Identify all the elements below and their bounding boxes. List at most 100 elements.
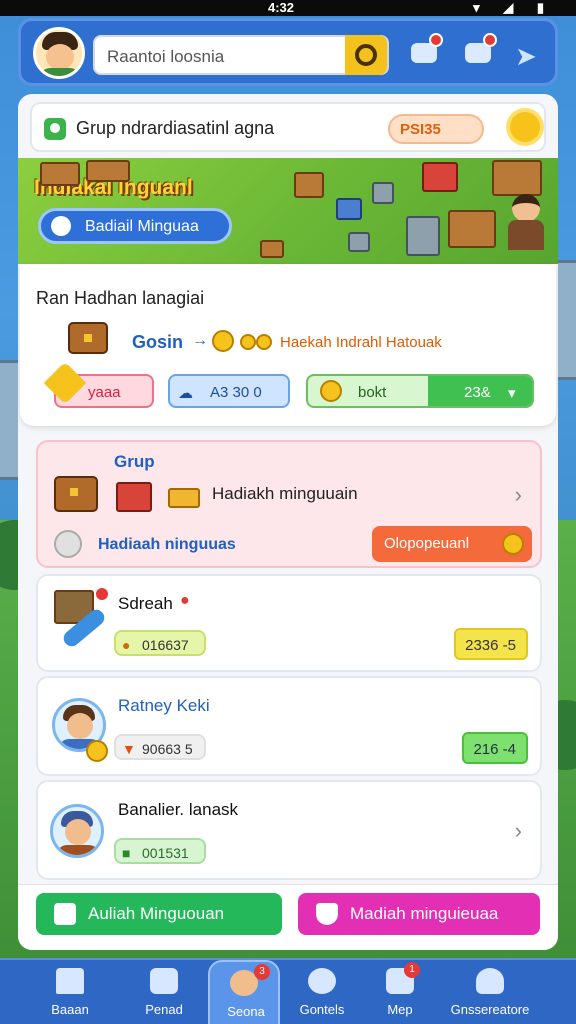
nav-item-shop[interactable]: Penad <box>116 960 212 1024</box>
coin-icon: ● <box>122 637 131 653</box>
reward-button[interactable]: Madiah minguieuaa <box>298 893 540 935</box>
search-icon <box>355 44 377 66</box>
arrow-icon: → <box>192 332 208 349</box>
action-bar: Auliah Minguouan Madiah minguieuaa <box>18 884 558 950</box>
gold-bars-icon <box>168 488 200 508</box>
list-item[interactable]: Sdreah ● ● 016637 2336 -5 <box>36 574 542 672</box>
group-card-button-label: Olopopeuanl <box>384 535 470 552</box>
nav-item-label: Gnssereatore <box>450 1002 530 1017</box>
list-item-stat: ■ 001531 <box>114 838 206 864</box>
banner-button[interactable]: Badiail Minguaa <box>38 208 232 244</box>
bottom-nav: Baaan Penad 3 Seona Gontels 1 Mep Gnsser… <box>0 958 576 1024</box>
chest-icon <box>68 322 108 354</box>
profile-icon <box>476 968 504 994</box>
flow-source: Gosin <box>132 332 184 352</box>
group-card[interactable]: Grup Hadiakh minguuain › Hadiaah ninguua… <box>36 440 542 568</box>
coin-icon <box>320 380 342 402</box>
group-header-title: Grup ndrardiasatinl agna <box>76 118 275 138</box>
coin-icon <box>256 334 272 350</box>
nav-item-map[interactable]: 1 Mep <box>352 960 448 1024</box>
reward-button-label: Madiah minguieuaa <box>350 904 499 923</box>
list-item-title: Ratney Keki <box>118 696 210 715</box>
crate-icon <box>372 182 394 204</box>
crate-icon <box>86 160 130 182</box>
claim-button-label: Auliah Minguouan <box>88 904 225 923</box>
cloud-icon: ☁ <box>178 385 193 402</box>
list-item-title: Sdreah <box>118 594 173 613</box>
reward-pill-green-value: 23& <box>464 384 491 401</box>
notification-dot <box>483 33 497 47</box>
crate-icon <box>448 210 496 248</box>
hand-icon <box>54 903 76 925</box>
flow-text: Haekah Indrahl Hatouak <box>280 334 442 351</box>
info-card: Ran Hadhan lanagiai Gosin → Haekah Indra… <box>20 264 556 426</box>
status-icons: ▾ ◢ ▮ <box>473 0 554 15</box>
reward-pill-green[interactable]: bokt 23& ▾ <box>306 374 534 408</box>
key-icon <box>51 216 71 236</box>
group-card-button[interactable]: Olopopeuanl <box>372 526 532 562</box>
notification-badge: 1 <box>404 962 420 978</box>
nav-item-character[interactable]: 3 Seona <box>208 960 280 1024</box>
banner-button-label: Badiail Minguaa <box>85 218 199 235</box>
nav-item-label: Baaan <box>51 1002 89 1017</box>
list-item-stat: ▼ 90663 5 <box>114 734 206 760</box>
list-item-stat: ● 016637 <box>114 630 206 656</box>
list-item-stat-value: 90663 5 <box>142 741 193 757</box>
chevron-right-icon[interactable]: › <box>515 818 522 844</box>
crate-icon <box>294 172 324 198</box>
group-card-title: Grup <box>114 452 155 471</box>
hero-avatar <box>50 804 104 858</box>
chevron-right-icon[interactable]: › <box>515 482 522 508</box>
promo-banner[interactable]: Indiakal Inguanl Badiail Minguaa <box>18 158 558 264</box>
chest-icon <box>54 476 98 512</box>
sun-icon[interactable] <box>510 112 540 142</box>
nav-item-label: Seona <box>227 1004 265 1019</box>
nav-item-profile[interactable]: Gnssereatore <box>440 960 540 1024</box>
avatar-face <box>46 44 74 70</box>
coin-icon <box>86 740 108 762</box>
gift-icon <box>116 482 152 512</box>
search-bar[interactable]: Raantoi loosnia <box>93 35 389 75</box>
currency-badge[interactable]: PSI35 <box>388 114 484 144</box>
hero-shirt <box>57 845 99 855</box>
search-input[interactable]: Raantoi loosnia <box>107 47 224 67</box>
status-bar: 4:32 ▾ ◢ ▮ <box>0 0 576 16</box>
crate-icon <box>406 216 440 256</box>
coin-icon <box>502 533 524 555</box>
crate-icon <box>336 198 362 220</box>
list-item-title: Banalier. lanask <box>118 800 239 819</box>
main-panel: Grup ndrardiasatinl agna PSI35 Indiakal … <box>18 94 558 950</box>
notification-dot <box>94 586 110 602</box>
currency-badge-value: PSI35 <box>400 121 441 138</box>
group-card-sub: Hadiaah ninguuas <box>98 536 236 553</box>
camera-icon[interactable] <box>461 33 497 71</box>
list-item-stat-value: 016637 <box>142 637 189 653</box>
shopkeeper-head <box>512 194 540 222</box>
group-icon <box>44 118 66 140</box>
nav-item-home[interactable]: Baaan <box>22 960 118 1024</box>
nav-item-label: Mep <box>387 1002 413 1017</box>
list-item[interactable]: Ratney Keki ▼ 90663 5 216 -4 <box>36 676 542 776</box>
inbox-icon[interactable] <box>407 33 443 71</box>
list-item[interactable]: Banalier. lanask ■ 001531 › <box>36 780 542 880</box>
group-header: Grup ndrardiasatinl agna PSI35 <box>30 102 546 152</box>
hero-face <box>67 713 93 739</box>
claim-button[interactable]: Auliah Minguouan <box>36 893 282 935</box>
shop-icon <box>150 968 178 994</box>
bird-glyph: ➤ <box>515 41 537 71</box>
torch-icon: ▼ <box>122 741 136 757</box>
compass-icon <box>54 530 82 558</box>
reward-pill-green-label: bokt <box>358 384 387 401</box>
bird-icon[interactable]: ➤ <box>509 35 545 71</box>
player-avatar[interactable] <box>33 27 85 79</box>
search-button[interactable] <box>345 35 387 75</box>
coin-icon <box>240 334 256 350</box>
shopkeeper-body <box>508 220 544 250</box>
shield-icon <box>316 903 338 925</box>
info-card-title: Ran Hadhan lanagiai <box>36 288 205 308</box>
reward-pill-blue[interactable]: ☁ A3 30 0 <box>168 374 290 408</box>
group-card-reward: Hadiakh minguuain <box>212 484 358 503</box>
bill-icon: ■ <box>122 845 131 861</box>
crate-icon <box>260 240 284 258</box>
list-item-stat-value: 001531 <box>142 845 189 861</box>
